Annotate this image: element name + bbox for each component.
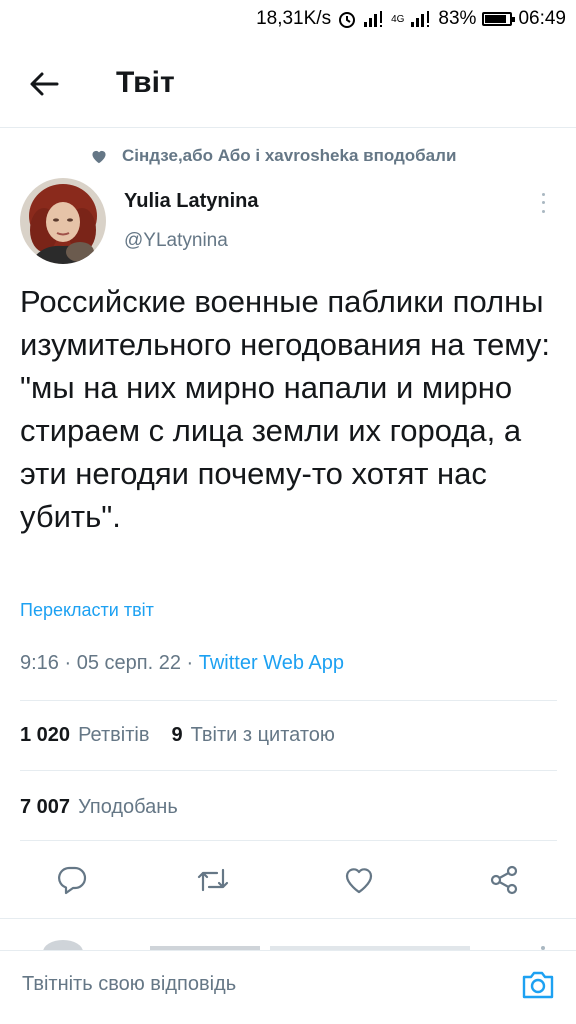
next-tweet-preview	[0, 922, 576, 952]
tweet-time: 9:16	[20, 652, 59, 674]
likes-label: Уподобань	[78, 796, 178, 818]
author-name[interactable]: Yulia Latynina	[124, 190, 258, 213]
likes-count: 7 007	[20, 796, 71, 818]
liked-by-context[interactable]: Сіндзе,або Або і xavrosheka вподобали	[90, 146, 456, 166]
tweet-text: Российские военные паблики полны изумите…	[20, 284, 551, 534]
back-button[interactable]	[24, 66, 64, 102]
divider	[0, 918, 576, 919]
author-handle[interactable]: @YLatynina	[124, 230, 228, 252]
reply-input[interactable]: Твітніть свою відповідь	[22, 973, 236, 996]
page-title: Твіт	[116, 66, 175, 99]
quotes-count: 9	[171, 724, 183, 746]
reply-compose-bar: Твітніть свою відповідь	[0, 950, 576, 1024]
reply-icon	[58, 866, 87, 895]
like-button[interactable]	[341, 862, 377, 898]
divider	[20, 700, 557, 701]
tweet-timestamp: 9:16 · 05 серп. 22 · Twitter Web App	[20, 652, 345, 674]
likes-stats-row: 7 007 Уподобань	[20, 796, 178, 819]
quotes-label: Твіти з цитатою	[190, 724, 335, 746]
retweets-count: 1 020	[20, 724, 71, 746]
network-speed: 18,31K/s	[256, 8, 332, 29]
share-button[interactable]	[486, 862, 522, 898]
tweet-date: 05 серп. 22	[76, 652, 181, 674]
retweet-icon	[197, 868, 229, 892]
more-options-button[interactable]	[534, 190, 552, 216]
arrow-left-icon	[30, 72, 59, 96]
network-type: 4G	[391, 13, 405, 25]
retweets-label: Ретвітів	[78, 724, 150, 746]
heart-filled-icon	[92, 150, 106, 164]
app-header: Твіт	[0, 40, 576, 128]
retweet-button[interactable]	[195, 862, 231, 898]
tweet-source-link[interactable]: Twitter Web App	[199, 652, 344, 674]
share-icon	[490, 865, 518, 895]
heart-outline-icon	[345, 868, 373, 894]
likes-stat[interactable]: 7 007 Уподобань	[20, 796, 178, 819]
reply-button[interactable]	[54, 862, 90, 898]
battery-percent: 83%	[438, 8, 477, 29]
signal-4g-icon	[410, 10, 432, 28]
more-vertical-icon	[541, 192, 545, 196]
avatar[interactable]	[20, 178, 106, 264]
retweet-stats-row: 1 020 Ретвітів 9 Твіти з цитатою	[20, 724, 335, 747]
quotes-stat[interactable]: 9 Твіти з цитатою	[171, 724, 334, 747]
retweets-stat[interactable]: 1 020 Ретвітів	[20, 724, 149, 747]
translate-tweet-link[interactable]: Перекласти твіт	[20, 600, 154, 621]
battery-icon	[482, 12, 516, 26]
liked-by-text: Сіндзе,або Або і xavrosheka вподобали	[122, 146, 457, 165]
tweet-actions	[0, 858, 576, 904]
status-items: 18,31K/s 4G 83% 06:49	[256, 8, 566, 30]
status-bar: 18,31K/s 4G 83% 06:49	[0, 0, 576, 40]
clock: 06:49	[518, 8, 566, 29]
signal-icon	[363, 10, 385, 28]
camera-icon	[522, 971, 554, 999]
alarm-icon	[337, 9, 357, 29]
camera-button[interactable]	[518, 967, 558, 1003]
divider	[20, 840, 557, 841]
divider	[20, 770, 557, 771]
